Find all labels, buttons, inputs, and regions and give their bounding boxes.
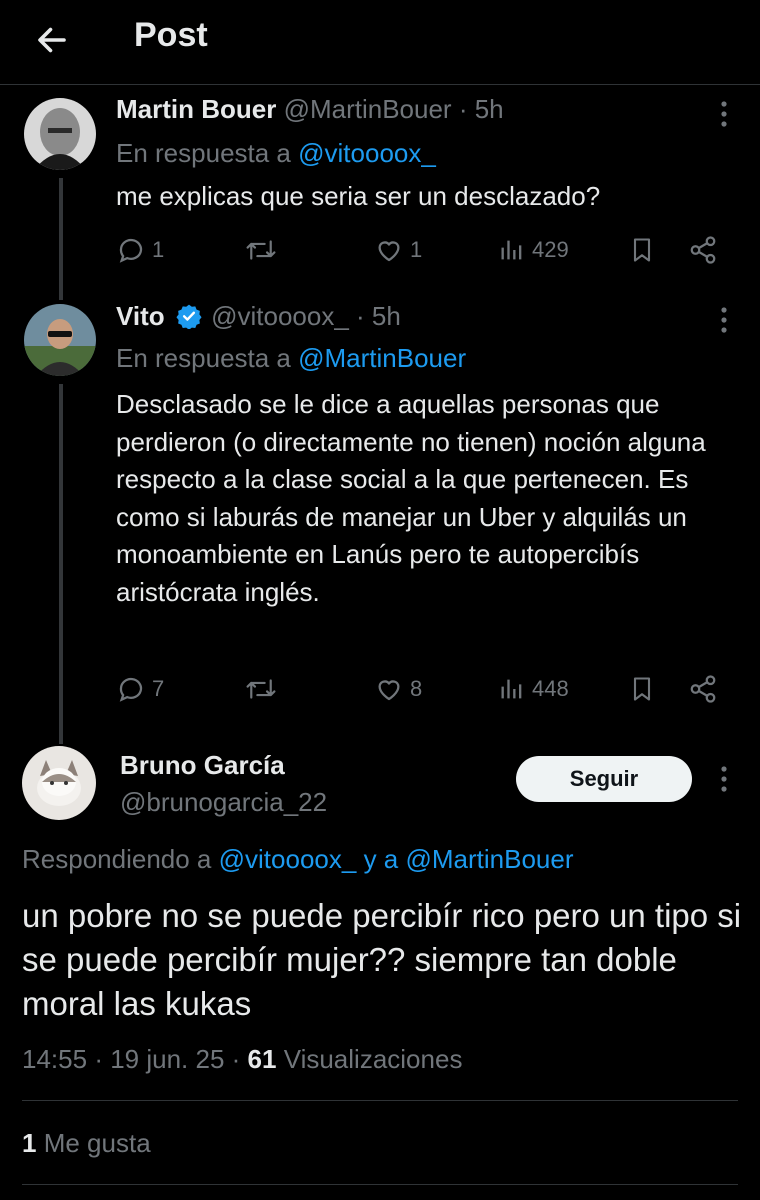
share-icon — [690, 675, 716, 703]
share-button[interactable] — [688, 230, 718, 270]
mention-link[interactable]: @vitoooox_ — [219, 844, 357, 874]
views-button[interactable]: 429 — [498, 230, 569, 270]
divider — [22, 1100, 738, 1101]
follow-button[interactable]: Seguir — [516, 756, 692, 802]
tweet-text: un pobre no se puede percibír rico pero … — [22, 897, 742, 1022]
action-bar: 7 8 448 — [116, 669, 736, 709]
mention-link[interactable]: @vitoooox_ — [298, 138, 436, 168]
avatar[interactable] — [22, 746, 96, 820]
action-bar: 1 1 429 — [116, 230, 736, 270]
tweet-header: Martin Bouer @MartinBouer · 5h — [116, 94, 504, 125]
reply-context: Respondiendo a @vitoooox_ y a @MartinBou… — [22, 844, 574, 874]
like-count: 1 — [410, 237, 423, 262]
reply-button[interactable]: 1 — [116, 230, 164, 270]
like-icon — [378, 241, 400, 262]
repost-icon — [246, 240, 276, 260]
share-button[interactable] — [688, 669, 718, 709]
tweet-time[interactable]: 14:55 — [22, 1044, 87, 1074]
like-icon — [378, 680, 400, 701]
views-count: 429 — [532, 237, 569, 262]
tweet-header: Vito @vitoooox_ · 5h — [116, 301, 401, 332]
views-count: 61 — [247, 1044, 277, 1074]
likes-label: Me gusta — [43, 1128, 151, 1158]
reply-count: 1 — [152, 237, 165, 262]
repost-button[interactable] — [244, 230, 284, 270]
like-count: 8 — [410, 676, 423, 701]
avatar[interactable] — [24, 304, 96, 376]
back-arrow-icon[interactable] — [34, 22, 70, 58]
bookmark-button[interactable] — [628, 669, 656, 709]
reply-context: En respuesta a @vitoooox_ — [116, 138, 436, 168]
repost-icon — [246, 679, 276, 699]
author-handle[interactable]: @brunogarcia_22 — [120, 787, 327, 818]
thread-line — [59, 384, 63, 744]
verified-icon — [176, 304, 202, 330]
repost-button[interactable] — [244, 669, 284, 709]
mention-link[interactable]: @MartinBouer — [298, 343, 466, 373]
like-button[interactable]: 1 — [374, 230, 422, 270]
views-icon — [501, 679, 522, 699]
divider — [22, 1184, 738, 1185]
reply-icon — [119, 238, 143, 263]
views-icon — [501, 240, 522, 260]
likes-count: 1 — [22, 1128, 37, 1158]
reply-context: En respuesta a @MartinBouer — [116, 343, 467, 373]
avatar[interactable] — [24, 98, 96, 170]
reply-join: y a — [363, 844, 399, 874]
mention-link[interactable]: @MartinBouer — [405, 844, 573, 874]
more-icon[interactable] — [712, 96, 736, 132]
bookmark-button[interactable] — [628, 230, 656, 270]
tweet-time: · 5h — [458, 94, 504, 124]
tweet-text: Desclasado se le dice a aquellas persona… — [116, 389, 706, 607]
tweet-meta: 14:55 · 19 jun. 25 · 61 Visualizaciones — [22, 1044, 463, 1074]
page-title: Post — [134, 16, 208, 54]
like-button[interactable]: 8 — [374, 669, 422, 709]
more-icon[interactable] — [712, 302, 736, 338]
author-name[interactable]: Vito — [116, 301, 165, 331]
thread-line — [59, 178, 63, 300]
reply-count: 7 — [152, 676, 165, 701]
views-button[interactable]: 448 — [498, 669, 569, 709]
author-name[interactable]: Bruno García — [120, 750, 285, 781]
likes-summary[interactable]: 1 Me gusta — [22, 1128, 151, 1159]
share-icon — [690, 236, 716, 264]
author-handle[interactable]: @vitoooox_ — [211, 301, 349, 331]
bookmark-icon — [633, 677, 651, 701]
reply-button[interactable]: 7 — [116, 669, 164, 709]
bookmark-icon — [633, 238, 651, 262]
tweet-date[interactable]: 19 jun. 25 — [110, 1044, 224, 1074]
views-count: 448 — [532, 676, 569, 701]
tweet-text: me explicas que seria ser un desclazado? — [116, 181, 601, 211]
author-handle[interactable]: @MartinBouer — [284, 94, 452, 124]
author-name[interactable]: Martin Bouer — [116, 94, 276, 124]
more-icon[interactable] — [712, 761, 736, 797]
views-label: Visualizaciones — [283, 1044, 463, 1074]
reply-icon — [119, 677, 143, 702]
top-bar: Post — [0, 0, 760, 85]
tweet-time: · 5h — [356, 301, 401, 331]
